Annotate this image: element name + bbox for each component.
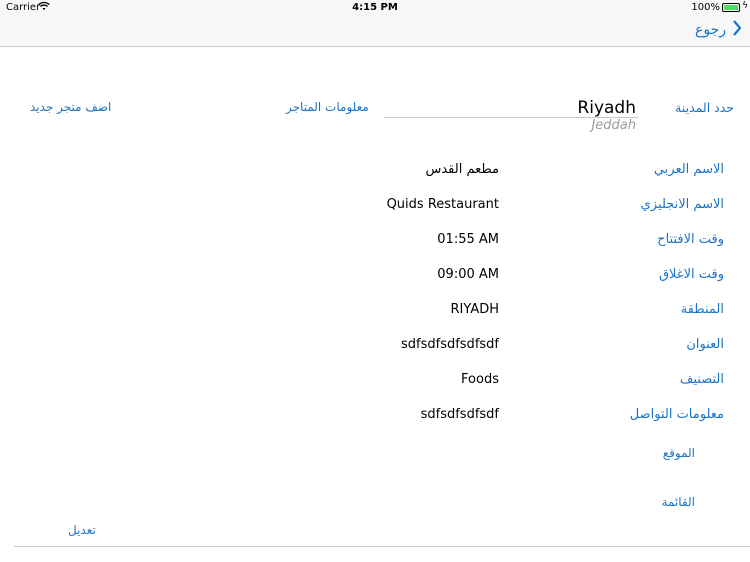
select-city-label: حدد المدينة bbox=[675, 100, 734, 115]
closing-time-label: وقت الاغلاق bbox=[658, 267, 724, 282]
closing-time-value: 09:00 AM bbox=[437, 267, 499, 282]
contact-info-value: sdfsdfsdfsdf bbox=[420, 407, 499, 422]
english-name-value: Quids Restaurant bbox=[386, 197, 499, 212]
address-label: العنوان bbox=[686, 337, 724, 352]
arabic-name-label: الاسم العربي bbox=[653, 162, 724, 177]
store-info-button[interactable]: معلومات المتاجر bbox=[286, 100, 369, 114]
english-name-label: الاسم الانجليزي bbox=[640, 197, 724, 212]
bottom-divider bbox=[14, 546, 750, 547]
city-picker-selected[interactable]: Riyadh bbox=[577, 98, 636, 118]
opening-time-label: وقت الافتتاح bbox=[657, 232, 724, 247]
category-value: Foods bbox=[461, 372, 499, 387]
back-label: رجوع bbox=[694, 22, 726, 38]
menu-button[interactable]: القائمة bbox=[662, 495, 695, 509]
clock: 4:15 PM bbox=[352, 2, 398, 13]
edit-button[interactable]: تعديل bbox=[68, 523, 96, 537]
city-picker[interactable]: Riyadh Jeddah bbox=[384, 96, 638, 136]
city-picker-next-option[interactable]: Jeddah bbox=[591, 118, 636, 133]
opening-time-value: 01:55 AM bbox=[437, 232, 499, 247]
contact-info-label: معلومات التواصل bbox=[629, 407, 724, 422]
battery-icon bbox=[722, 3, 740, 12]
region-label: المنطقة bbox=[680, 302, 724, 317]
arabic-name-value: مطعم القدس bbox=[425, 162, 499, 177]
charging-icon: ϟ bbox=[742, 1, 748, 11]
category-label: التصنيف bbox=[679, 372, 724, 387]
navigation-bar: رجوع bbox=[0, 16, 750, 47]
location-button[interactable]: الموقع bbox=[663, 446, 695, 460]
add-store-button[interactable]: اضف متجر جديد bbox=[30, 100, 111, 114]
battery-percent: 100% bbox=[691, 2, 720, 13]
address-value: sdfsdfsdfsdfsdf bbox=[400, 337, 499, 352]
back-button[interactable]: رجوع bbox=[695, 20, 742, 40]
status-bar: Carrier 4:15 PM 100% ϟ bbox=[0, 0, 750, 16]
region-value: RIYADH bbox=[450, 302, 499, 317]
chevron-right-icon bbox=[732, 20, 742, 40]
